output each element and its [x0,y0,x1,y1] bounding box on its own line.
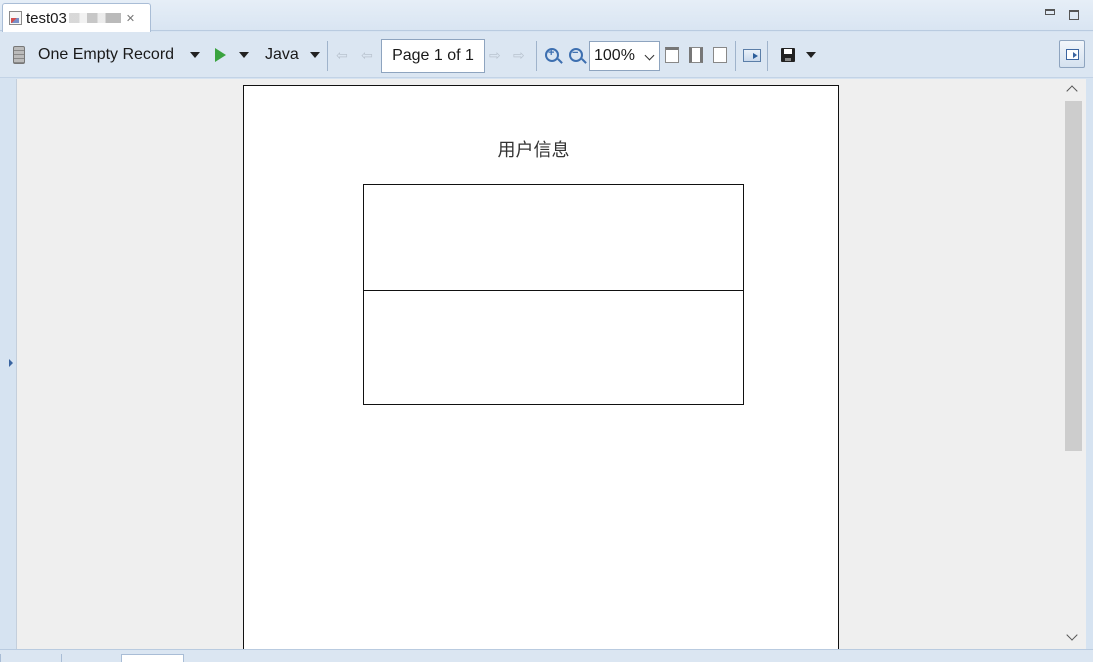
vertical-scrollbar[interactable] [1062,79,1086,649]
bottom-tab[interactable] [61,654,121,662]
actual-size-icon[interactable] [665,32,679,78]
report-table [363,184,744,405]
editor-tab-title: test03 [26,9,67,27]
run-icon[interactable] [215,32,226,78]
scrollbar-thumb[interactable] [1065,101,1082,451]
data-source-label: One Empty Record [38,46,175,63]
save-icon[interactable] [781,32,795,78]
previous-page-icon[interactable]: ⇦ [361,32,373,78]
bottom-tab-active[interactable] [121,654,184,662]
preview-toolbar: One Empty Record Java ⇦ ⇦ Page 1 of 1 ⇨ … [0,32,1093,78]
language-dropdown[interactable]: Java [265,32,299,78]
bottom-tab[interactable] [0,654,61,662]
toolbar-separator [767,41,768,71]
close-tab-icon[interactable]: ✕ [126,12,135,25]
fit-page-icon[interactable] [689,32,703,78]
scroll-up-icon[interactable] [1066,85,1078,97]
zoom-value: 100% [594,47,635,64]
database-icon[interactable] [13,32,25,78]
language-dropdown-arrow[interactable] [310,32,320,78]
page-indicator[interactable]: Page 1 of 1 [381,39,485,73]
left-panel-gutter [0,79,16,649]
zoom-in-icon[interactable]: + [545,32,559,78]
toolbar-separator [536,41,537,71]
save-options-dropdown-arrow[interactable] [806,32,816,78]
run-options-dropdown-arrow[interactable] [239,32,249,78]
data-source-dropdown[interactable]: One Empty Record [38,32,174,78]
export-icon[interactable] [743,32,761,78]
editor-tab[interactable]: test03 ✕ [2,3,151,32]
report-preview-area: 用户信息 [16,79,1062,649]
redacted-text [68,13,121,23]
fit-width-icon[interactable] [713,32,727,78]
chevron-down-icon [644,50,655,61]
panel-toggle-icon [1065,48,1079,60]
language-label: Java [265,46,299,63]
report-designer-window: test03 ✕ One Empty Record Java ⇦ ⇦ Page … [0,0,1093,662]
first-page-icon[interactable]: ⇦ [336,32,348,78]
expand-panel-icon[interactable] [9,359,13,367]
report-title: 用户信息 [497,140,570,161]
scroll-down-icon[interactable] [1066,629,1078,641]
minimize-icon[interactable] [1045,9,1055,15]
page-indicator-text: Page 1 of 1 [392,47,474,64]
editor-tab-bar: test03 ✕ [0,0,1093,32]
data-source-dropdown-arrow[interactable] [190,32,200,78]
toggle-panel-button[interactable] [1059,40,1085,68]
bottom-tab-bar [0,649,1093,662]
zoom-select[interactable]: 100% [589,41,660,71]
maximize-icon[interactable] [1069,10,1079,20]
zoom-out-icon[interactable]: − [569,32,583,78]
last-page-icon[interactable]: ⇨ [513,32,525,78]
toolbar-separator [327,41,328,71]
toolbar-separator [735,41,736,71]
table-row-divider [364,290,743,291]
report-file-icon [9,11,22,25]
report-page: 用户信息 [243,85,839,649]
next-page-icon[interactable]: ⇨ [489,32,501,78]
